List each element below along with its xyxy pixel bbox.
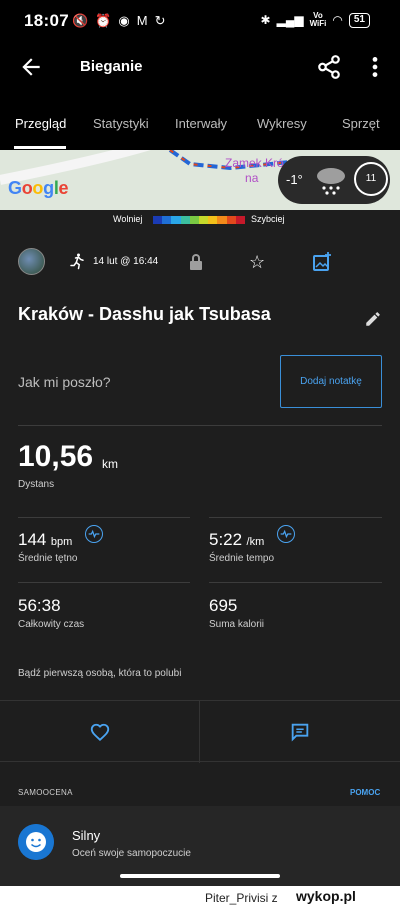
social-actions <box>0 700 400 763</box>
activity-title: Kraków - Dasshu jak Tsubasa <box>18 304 271 324</box>
divider <box>209 582 382 583</box>
tab-statistics[interactable]: Statystyki <box>93 116 149 131</box>
distance-unit: km <box>102 457 118 471</box>
self-assessment-heading: SAMOOCENA <box>18 788 73 797</box>
app-bar: Bieganie <box>0 42 400 92</box>
wifi-icon: ◠ <box>332 13 343 27</box>
total-time: 56:38 Całkowity czas <box>18 596 85 630</box>
how-did-it-go-prompt: Jak mi poszło? <box>18 374 111 390</box>
activity-date: 14 lut @ 16:44 <box>93 256 159 267</box>
tab-charts[interactable]: Wykresy <box>257 116 307 131</box>
more-options-icon[interactable] <box>362 54 388 80</box>
like-prompt: Bądź pierwszą osobą, która to polubi <box>18 668 182 679</box>
alarm-icon: ⏰ <box>95 13 112 28</box>
gesture-pill[interactable] <box>120 874 280 878</box>
wind-speed: 11 <box>354 162 388 196</box>
add-note-button[interactable]: Dodaj notatkę <box>280 355 382 408</box>
avg-pace: 5:22 /km Średnie tempo <box>209 530 275 564</box>
page-title: Bieganie <box>80 58 143 75</box>
legend-swatch <box>208 216 218 224</box>
help-link[interactable]: POMOC <box>350 788 380 797</box>
discord-icon: ◉ <box>118 13 130 28</box>
pace-legend: Wolniej Szybciej <box>0 214 400 230</box>
share-icon[interactable] <box>316 54 342 80</box>
bluetooth-icon: ✱ <box>260 13 271 27</box>
legend-swatch <box>226 216 236 224</box>
google-logo: Google <box>8 178 69 198</box>
notification-icons: 🔇 ⏰ ◉ M ↻ <box>72 13 165 29</box>
route-map[interactable]: Google Zamek Kró na -1° 11 <box>0 150 400 210</box>
distance-label: Dystans <box>18 479 55 490</box>
divider <box>18 517 190 518</box>
add-photo-icon[interactable] <box>312 252 332 272</box>
star-icon[interactable]: ☆ <box>249 252 265 273</box>
legend-swatch <box>235 216 246 224</box>
weather-badge: -1° 11 <box>278 156 390 204</box>
watermark-bar: Piter_Privisi z wykop.pl <box>0 874 400 908</box>
sync-icon: ↻ <box>154 13 166 28</box>
legend-slow: Wolniej <box>113 214 143 224</box>
feeling-title: Silny <box>72 828 101 843</box>
back-arrow-icon[interactable] <box>18 54 44 80</box>
divider <box>18 582 190 583</box>
legend-swatch <box>180 216 190 224</box>
lock-icon[interactable] <box>188 253 204 271</box>
smiley-icon <box>18 824 54 860</box>
tab-bar: Przegląd Statystyki Interwały Wykresy Sp… <box>0 92 400 150</box>
legend-swatch <box>189 216 200 224</box>
comment-icon[interactable] <box>289 721 311 743</box>
status-time: 18:07 <box>24 11 69 30</box>
divider <box>209 517 382 518</box>
pace-zones-icon[interactable] <box>277 525 295 543</box>
watermark-user: Piter_Privisi z <box>205 891 278 905</box>
system-icons: ✱ ▂▄▆ Vo WiFi ◠ 51 <box>261 12 370 28</box>
legend-swatch <box>217 216 227 224</box>
like-heart-icon[interactable] <box>89 721 111 743</box>
legend-fast: Szybciej <box>251 214 285 224</box>
map-place-label: Zamek Kró na <box>225 156 284 185</box>
snow-cloud-icon <box>317 168 345 195</box>
legend-swatch <box>171 216 181 224</box>
battery-icon: 51 <box>348 12 370 28</box>
tab-overview[interactable]: Przegląd <box>15 116 66 131</box>
mute-icon: 🔇 <box>72 13 89 28</box>
wykop-logo: wykop.pl <box>296 888 356 904</box>
legend-swatch <box>153 216 163 224</box>
status-bar: 18:07 🔇 ⏰ ◉ M ↻ ✱ ▂▄▆ Vo WiFi ◠ 51 <box>0 0 400 42</box>
heart-rate-zones-icon[interactable] <box>85 525 103 543</box>
running-icon <box>70 253 84 270</box>
tab-gear[interactable]: Sprzęt <box>342 116 380 131</box>
vowifi-icon: Vo WiFi <box>309 11 327 28</box>
active-tab-indicator <box>14 146 66 149</box>
signal-icon: ▂▄▆ <box>276 13 304 27</box>
action-separator <box>199 701 200 763</box>
legend-swatch <box>162 216 172 224</box>
gmail-icon: M <box>136 13 148 28</box>
tab-intervals[interactable]: Interwały <box>175 116 227 131</box>
activity-info-row: 14 lut @ 16:44 ☆ <box>0 248 400 278</box>
edit-pencil-icon[interactable] <box>364 310 382 328</box>
avg-heart-rate: 144 bpm Średnie tętno <box>18 530 78 564</box>
legend-swatch <box>199 216 209 224</box>
temperature: -1° <box>286 172 303 187</box>
legend-gradient <box>153 216 246 224</box>
total-calories: 695 Suma kalorii <box>209 596 265 630</box>
feeling-subtitle: Oceń swoje samopoczucie <box>72 848 191 859</box>
divider <box>18 425 382 426</box>
avatar[interactable] <box>18 248 45 275</box>
distance-value: 10,56 <box>18 440 94 473</box>
